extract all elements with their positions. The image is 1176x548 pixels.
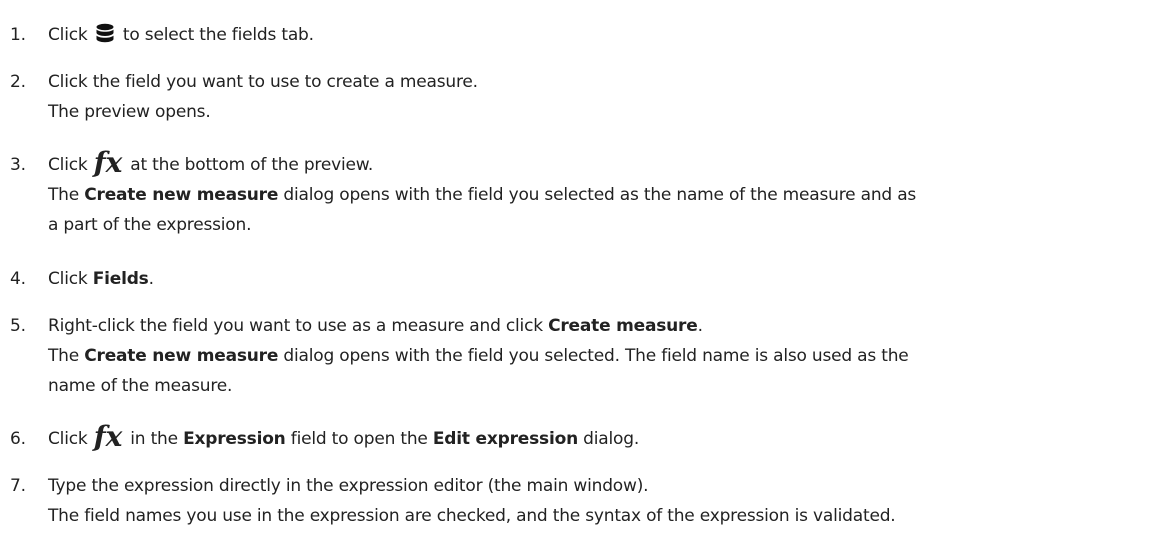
text-segment: The field names you use in the expressio… [48,506,896,526]
fx-icon: fx [93,420,123,453]
text-segment: dialog opens with the field you selected… [278,185,917,205]
step-text-line: Click to select the fields tab. [48,20,1168,50]
step-text-line: Click the field you want to use to creat… [48,67,1168,97]
text-segment: . [148,269,154,289]
text-segment: Click the field you want to use to creat… [48,72,478,92]
database-icon [96,23,114,43]
step-text-line: The Create new measure dialog opens with… [48,180,1168,210]
step-text: Click to select the fields tab. [48,20,1168,50]
step-text-line: Click Fields. [48,264,1168,294]
step-number: 7. [10,476,26,496]
step-text: Click the field you want to use to creat… [48,67,1168,127]
step-number: 5. [10,316,26,336]
text-segment: Click [48,25,93,45]
instruction-steps-list: 1. Click to select the fields tab. 2. Click… [0,0,1176,548]
text-segment: Click [48,155,93,175]
step-text-line: Click fx at the bottom of the preview. [48,146,1168,180]
ui-term: Edit expression [432,429,578,449]
text-segment: field to open the [285,429,433,449]
text-segment: The [48,185,85,205]
ui-term: Create new measure [84,346,279,366]
text-segment: in the [125,429,184,449]
step-number: 2. [10,72,26,92]
step-text: Right-click the field you want to use as… [48,311,1168,401]
text-segment: a part of the expression. [48,215,252,235]
text-segment: dialog. [577,429,640,449]
step-text-line: The preview opens. [48,97,1168,127]
text-segment: at the bottom of the preview. [125,155,374,175]
step-text: Click Fields. [48,264,1168,294]
step-text-line: Type the expression directly in the expr… [48,471,1168,501]
text-segment: . [697,316,703,336]
step-text-line: name of the measure. [48,371,1168,401]
ui-term: Expression [183,429,286,449]
fx-icon: fx [93,146,123,179]
text-segment: The [48,346,85,366]
ui-term: Create measure [548,316,698,336]
step-text: Type the expression directly in the expr… [48,471,1168,531]
step-number: 4. [10,269,26,289]
step-text-line: Click fx in the Expression field to open… [48,420,1168,454]
ui-term: Create new measure [84,185,279,205]
text-segment: Click [48,269,93,289]
step-number: 3. [10,155,26,175]
step-text-line: The field names you use in the expressio… [48,501,1168,531]
step-text: Click fx at the bottom of the preview. Th… [48,146,1168,240]
text-segment: dialog opens with the field you selected… [278,346,909,366]
ui-term: Fields [92,269,149,289]
text-segment: The preview opens. [48,102,211,122]
text-segment: name of the measure. [48,376,233,396]
step-number: 1. [10,25,26,45]
step-text-line: The Create new measure dialog opens with… [48,341,1168,371]
text-segment: Type the expression directly in the expr… [48,476,649,496]
text-segment: to select the fields tab. [117,25,314,45]
step-text-line: a part of the expression. [48,210,1168,240]
text-segment: Right-click the field you want to use as… [48,316,549,336]
step-number: 6. [10,429,26,449]
step-text-line: Right-click the field you want to use as… [48,311,1168,341]
text-segment: Click [48,429,93,449]
step-text: Click fx in the Expression field to open… [48,420,1168,454]
